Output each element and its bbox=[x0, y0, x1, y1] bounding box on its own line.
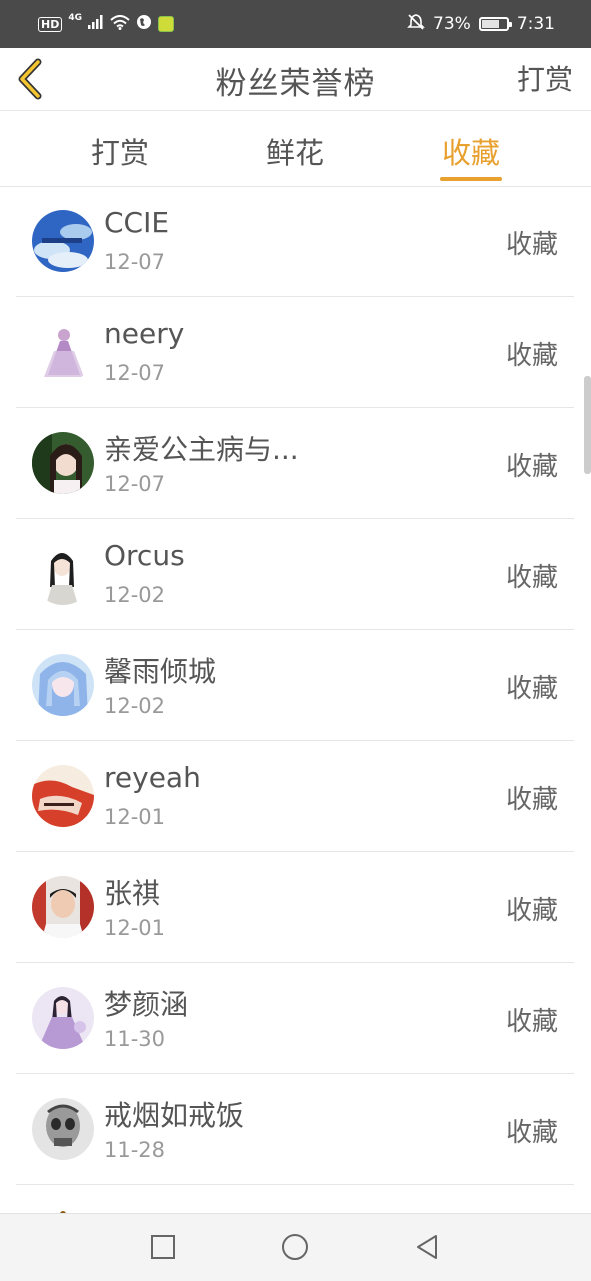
mute-icon bbox=[407, 13, 425, 36]
list-item[interactable]: 张祺 12-01 收藏 bbox=[16, 852, 574, 963]
fan-name: Orcus bbox=[104, 539, 185, 572]
fan-action-label: 收藏 bbox=[505, 230, 558, 260]
fan-action-label: 收藏 bbox=[505, 896, 558, 926]
status-left: HD 4G bbox=[38, 13, 174, 35]
fan-date: 12-07 bbox=[104, 361, 166, 385]
tab-bar: 打赏 鲜花 收藏 bbox=[0, 111, 591, 187]
fan-date: 12-07 bbox=[104, 250, 166, 274]
signal-icon bbox=[88, 15, 104, 33]
fan-name: 梦颜涵 bbox=[104, 988, 189, 1021]
list-item[interactable]: 梦颜涵 11-30 收藏 bbox=[16, 963, 574, 1074]
network-type: 4G bbox=[68, 13, 82, 23]
hd-badge: HD bbox=[38, 16, 63, 32]
fan-action-label: 收藏 bbox=[505, 1007, 558, 1037]
tab-favorites[interactable]: 收藏 bbox=[411, 130, 531, 172]
fan-action-label: 收藏 bbox=[505, 785, 558, 815]
fan-date: 12-02 bbox=[104, 694, 166, 718]
fan-name: 张祺 bbox=[104, 877, 161, 910]
list-item[interactable]: 戒烟如戒饭 11-28 收藏 bbox=[16, 1074, 574, 1185]
fan-date: 12-01 bbox=[104, 916, 166, 940]
list-item-partial[interactable] bbox=[16, 1185, 574, 1213]
avatar bbox=[32, 654, 94, 716]
fan-name: 戒烟如戒饭 bbox=[104, 1099, 245, 1132]
fan-action-label: 收藏 bbox=[505, 341, 558, 371]
list-item[interactable]: 馨雨倾城 12-02 收藏 bbox=[16, 630, 574, 741]
globe-icon bbox=[136, 14, 152, 34]
page-title: 粉丝荣誉榜 bbox=[215, 66, 376, 102]
fan-name: 馨雨倾城 bbox=[104, 655, 217, 688]
avatar bbox=[32, 432, 94, 494]
avatar bbox=[32, 765, 94, 827]
circle-home-icon[interactable] bbox=[280, 1232, 310, 1262]
clock: 7:31 bbox=[516, 14, 555, 34]
fan-action-label: 收藏 bbox=[505, 674, 558, 704]
app-icon bbox=[158, 16, 174, 32]
fan-date: 11-28 bbox=[104, 1138, 166, 1162]
list-item[interactable]: Orcus 12-02 收藏 bbox=[16, 519, 574, 630]
fan-action-label: 收藏 bbox=[505, 452, 558, 482]
avatar bbox=[32, 987, 94, 1049]
nav-bar: 粉丝荣誉榜 打赏 bbox=[0, 48, 591, 111]
battery-fill bbox=[481, 20, 500, 28]
list-item[interactable]: neery 12-07 收藏 bbox=[16, 297, 574, 408]
wifi-icon bbox=[110, 14, 130, 34]
fan-action-label: 收藏 bbox=[505, 563, 558, 593]
fan-action-label: 收藏 bbox=[505, 1118, 558, 1148]
list-item[interactable]: CCIE 12-07 收藏 bbox=[16, 186, 574, 297]
tab-tips[interactable]: 打赏 bbox=[60, 130, 180, 172]
active-tab-indicator bbox=[440, 177, 502, 181]
fan-list: CCIE 12-07 收藏 neery 12-07 收藏 亲爱公主病与... 1… bbox=[16, 186, 574, 1213]
tab-flowers[interactable]: 鲜花 bbox=[235, 130, 355, 172]
battery-icon bbox=[478, 17, 512, 31]
scrollbar[interactable] bbox=[584, 376, 591, 474]
avatar bbox=[32, 210, 94, 272]
status-right: 73% 7:31 bbox=[407, 13, 555, 35]
avatar bbox=[32, 543, 94, 605]
system-nav-bar bbox=[0, 1213, 591, 1281]
avatar bbox=[32, 321, 94, 383]
triangle-back-icon[interactable] bbox=[412, 1232, 442, 1262]
fan-name: CCIE bbox=[104, 206, 170, 239]
tip-button[interactable]: 打赏 bbox=[517, 58, 573, 98]
fan-date: 12-02 bbox=[104, 583, 166, 607]
status-bar: HD 4G 73% 7:31 bbox=[0, 0, 591, 48]
fan-name: neery bbox=[104, 317, 185, 350]
avatar bbox=[32, 1098, 94, 1160]
fan-date: 12-01 bbox=[104, 805, 166, 829]
list-item[interactable]: 亲爱公主病与... 12-07 收藏 bbox=[16, 408, 574, 519]
fan-date: 12-07 bbox=[104, 472, 166, 496]
square-recents-icon[interactable] bbox=[148, 1232, 178, 1262]
list-item[interactable]: reyeah 12-01 收藏 bbox=[16, 741, 574, 852]
fan-name: 亲爱公主病与... bbox=[104, 433, 299, 466]
avatar bbox=[32, 876, 94, 938]
fan-date: 11-30 bbox=[104, 1027, 166, 1051]
battery-percent: 73% bbox=[433, 14, 471, 34]
fan-name: reyeah bbox=[104, 761, 201, 794]
